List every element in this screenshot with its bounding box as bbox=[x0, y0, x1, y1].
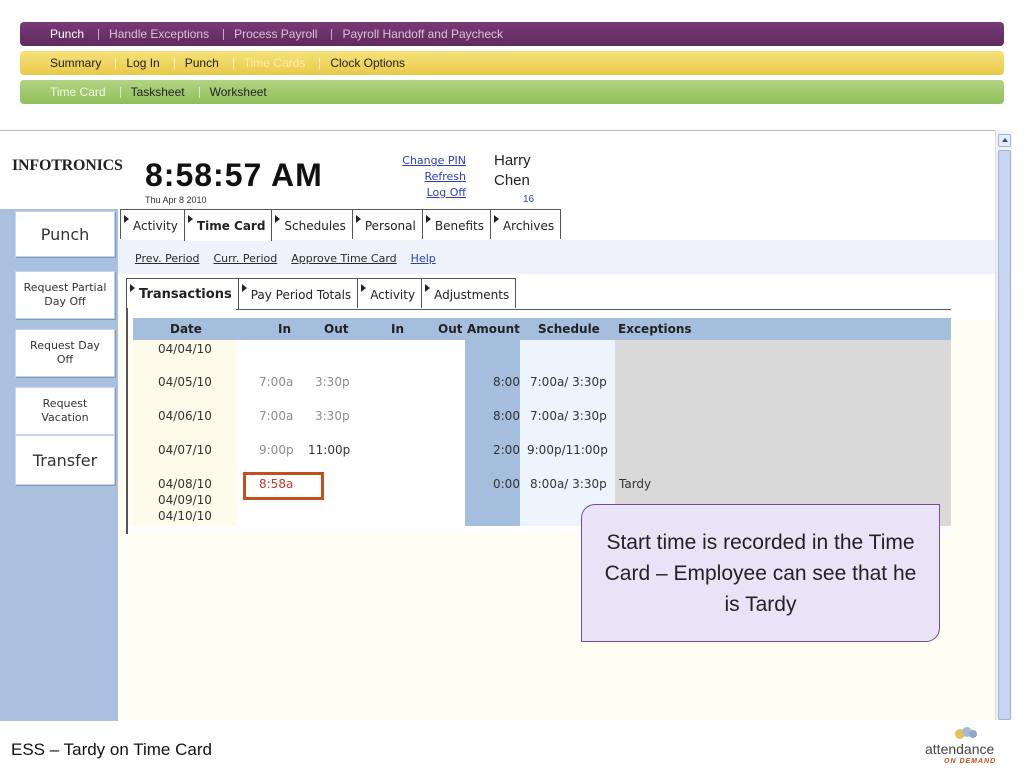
vertical-scrollbar[interactable] bbox=[995, 130, 1012, 720]
table-row-amount: 2:00 bbox=[493, 443, 520, 457]
request-day-off-button[interactable]: Request Day Off bbox=[15, 329, 115, 377]
nav-bar-tertiary: Time Card Tasksheet Worksheet bbox=[20, 80, 1004, 104]
attendance-on-demand-logo: attendance ON DEMAND bbox=[925, 725, 1015, 765]
tab-activity[interactable]: Activity bbox=[120, 209, 185, 239]
nav-item-payroll-handoff[interactable]: Payroll Handoff and Paycheck bbox=[331, 27, 518, 41]
refresh-link[interactable]: Refresh bbox=[380, 169, 466, 185]
nav-item-punch-sub[interactable]: Punch bbox=[173, 56, 234, 70]
tardy-highlight-box bbox=[243, 472, 324, 500]
tab-benefits[interactable]: Benefits bbox=[421, 209, 491, 239]
request-partial-day-off-button[interactable]: Request Partial Day Off bbox=[15, 271, 115, 319]
brand-rings-icon bbox=[955, 727, 977, 739]
header-schedule: Schedule bbox=[538, 322, 600, 336]
approve-time-card-link[interactable]: Approve Time Card bbox=[291, 252, 396, 265]
infotronics-logo: INFOTRONICS bbox=[12, 157, 123, 174]
user-id: 16 bbox=[523, 194, 535, 205]
table-row-date: 04/05/10 bbox=[158, 375, 212, 389]
table-row-in[interactable]: 9:00p bbox=[259, 443, 294, 457]
help-link[interactable]: Help bbox=[411, 252, 436, 265]
sub-tabs: Transactions Pay Period Totals Activity … bbox=[126, 278, 517, 310]
table-row-schedule: 7:00a/ 3:30p bbox=[530, 409, 607, 423]
table-row-amount: 8:00 bbox=[493, 375, 520, 389]
tab-archives[interactable]: Archives bbox=[489, 209, 562, 239]
nav-item-tasksheet[interactable]: Tasksheet bbox=[119, 85, 200, 99]
tab-schedules[interactable]: Schedules bbox=[271, 209, 353, 239]
table-row-date: 04/10/10 bbox=[158, 509, 212, 523]
tab-pay-period-totals[interactable]: Pay Period Totals bbox=[237, 278, 359, 308]
tab-time-card[interactable]: Time Card bbox=[183, 209, 273, 241]
tab-adjustments[interactable]: Adjustments bbox=[421, 278, 517, 308]
header-out-1: Out bbox=[324, 322, 349, 336]
nav-item-log-in[interactable]: Log In bbox=[115, 56, 174, 70]
nav-bar-primary: Punch Handle Exceptions Process Payroll … bbox=[20, 22, 1004, 46]
prev-period-link[interactable]: Prev. Period bbox=[135, 252, 199, 265]
table-row-schedule: 9:00p/11:00p bbox=[527, 443, 608, 457]
grid-left-border bbox=[126, 308, 128, 534]
period-links: Prev. Period Curr. Period Approve Time C… bbox=[135, 252, 450, 265]
exceptions-column-bg bbox=[615, 318, 951, 526]
table-row-date: 04/09/10 bbox=[158, 493, 212, 507]
request-vacation-button[interactable]: Request Vacation bbox=[15, 387, 115, 435]
nav-item-clock-options[interactable]: Clock Options bbox=[319, 56, 420, 70]
header-out-2: Out bbox=[438, 322, 463, 336]
table-row-in[interactable]: 7:00a bbox=[259, 409, 293, 423]
nav-item-time-card[interactable]: Time Card bbox=[40, 85, 121, 99]
user-first-name: Harry bbox=[494, 152, 531, 169]
header-links: Change PIN Refresh Log Off bbox=[380, 153, 466, 201]
table-row-out[interactable]: 3:30p bbox=[315, 409, 350, 423]
scroll-thumb[interactable] bbox=[998, 150, 1011, 720]
table-row-amount: 0:00 bbox=[493, 477, 520, 491]
nav-item-process-payroll[interactable]: Process Payroll bbox=[223, 27, 332, 41]
transfer-button[interactable]: Transfer bbox=[15, 435, 115, 485]
table-row-date: 04/08/10 bbox=[158, 477, 212, 491]
table-row-in[interactable]: 7:00a bbox=[259, 375, 293, 389]
slide-title: ESS – Tardy on Time Card bbox=[11, 740, 212, 759]
tab-activity-sub[interactable]: Activity bbox=[357, 278, 423, 308]
clock-date: Thu Apr 8 2010 bbox=[145, 195, 207, 205]
nav-item-punch[interactable]: Punch bbox=[40, 27, 99, 41]
tab-personal[interactable]: Personal bbox=[351, 209, 423, 239]
header-date: Date bbox=[170, 322, 202, 336]
log-off-link[interactable]: Log Off bbox=[380, 185, 466, 201]
nav-bar-secondary: Summary Log In Punch Time Cards Clock Op… bbox=[20, 51, 1004, 75]
callout-note: Start time is recorded in the Time Card … bbox=[581, 504, 940, 642]
user-name: Harry Chen bbox=[494, 151, 531, 191]
scroll-up-icon[interactable] bbox=[998, 134, 1011, 147]
main-tabs: Activity Time Card Schedules Personal Be… bbox=[120, 209, 562, 241]
brand-tagline: ON DEMAND bbox=[944, 758, 997, 765]
curr-period-link[interactable]: Curr. Period bbox=[213, 252, 277, 265]
nav-item-worksheet[interactable]: Worksheet bbox=[198, 85, 282, 99]
table-row-schedule: 7:00a/ 3:30p bbox=[530, 375, 607, 389]
nav-item-time-cards[interactable]: Time Cards bbox=[232, 56, 321, 70]
table-row-amount: 8:00 bbox=[493, 409, 520, 423]
header-amount: Amount bbox=[467, 322, 520, 336]
table-row-date: 04/04/10 bbox=[158, 342, 212, 356]
table-row-out[interactable]: 3:30p bbox=[315, 375, 350, 389]
brand-name: attendance bbox=[925, 741, 995, 757]
header-in-1: In bbox=[278, 322, 292, 336]
table-row-out[interactable]: 11:00p bbox=[308, 443, 350, 457]
change-pin-link[interactable]: Change PIN bbox=[380, 153, 466, 169]
sidebar: Punch Request Partial Day Off Request Da… bbox=[0, 209, 118, 721]
user-last-name: Chen bbox=[494, 172, 530, 189]
table-row-date: 04/07/10 bbox=[158, 443, 212, 457]
table-row-schedule: 8:00a/ 3:30p bbox=[530, 477, 607, 491]
nav-item-summary[interactable]: Summary bbox=[40, 56, 116, 70]
clock-time: 8:58:57 AM bbox=[145, 157, 323, 193]
header-in-2: In bbox=[391, 322, 405, 336]
sub-tab-baseline bbox=[236, 309, 951, 310]
tab-transactions[interactable]: Transactions bbox=[126, 278, 239, 310]
punch-button[interactable]: Punch bbox=[15, 211, 115, 257]
table-row-date: 04/06/10 bbox=[158, 409, 212, 423]
table-row-exception: Tardy bbox=[619, 477, 652, 491]
nav-item-handle-exceptions[interactable]: Handle Exceptions bbox=[98, 27, 224, 41]
header-exceptions: Exceptions bbox=[618, 322, 692, 336]
